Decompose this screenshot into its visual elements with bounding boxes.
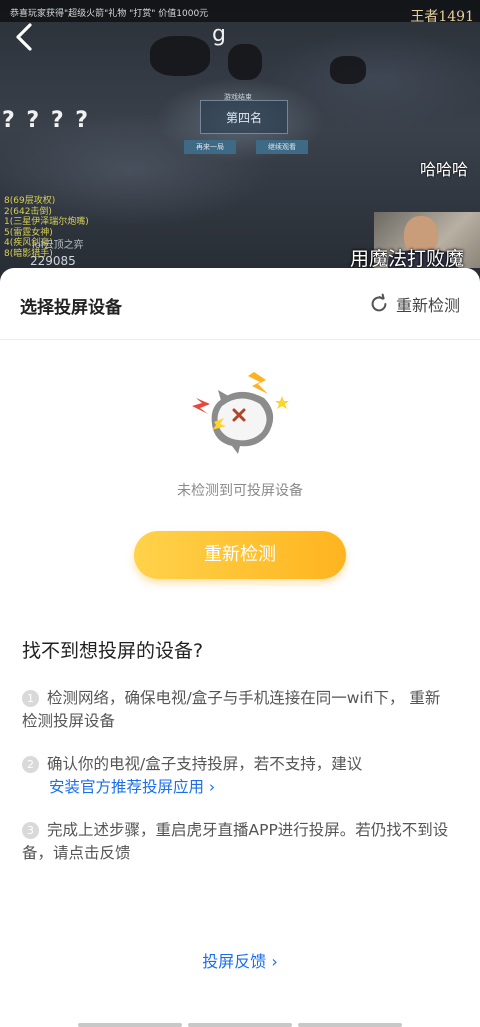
sheet-title: 选择投屏设备: [20, 298, 122, 318]
chevron-left-icon: [16, 23, 32, 51]
gesture-segment: [298, 1023, 402, 1027]
room-watermark: 王者1491: [410, 9, 474, 25]
danmaku-laugh: 哈哈哈: [420, 160, 469, 179]
help-title: 找不到想投屏的设备?: [22, 640, 204, 662]
recommended-app-link[interactable]: 安装官方推荐投屏应用 ›: [22, 778, 215, 796]
video-caption: 用魔法打败魔: [350, 248, 465, 270]
game-character: [150, 36, 210, 76]
back-button[interactable]: [12, 22, 42, 56]
step-number-badge: 3: [22, 822, 39, 839]
gift-ticker: 恭喜玩家获得"超级火箭"礼物 "打赏" 价值1000元: [10, 9, 209, 19]
ranking-line: 8(69层攻权): [4, 196, 56, 206]
game-mode-label: lol云顶之弈: [32, 240, 84, 251]
cast-device-sheet: 选择投屏设备 重新检测 未检测到可投屏设备 重新检测 找不到想投屏的设备? 1检…: [0, 268, 480, 1027]
gesture-segment: [78, 1023, 182, 1027]
hud-button-left: 再来一局: [184, 140, 236, 154]
header-divider: [0, 339, 480, 340]
help-step: 1 检测网络，确保电视/盒子与手机连接在同一wifi下， 重新检测投屏设备: [22, 687, 452, 733]
hud-button-right: 继续观看: [256, 140, 308, 154]
redetect-button[interactable]: 重新检测: [134, 531, 346, 579]
rank-panel: 第四名: [200, 100, 288, 134]
step-number-badge: 1: [22, 690, 39, 707]
live-video-player[interactable]: 恭喜玩家获得"超级火箭"礼物 "打赏" 价值1000元 王者1491 g 游戏结…: [0, 0, 480, 290]
sheet-header: 选择投屏设备 重新检测: [0, 268, 480, 340]
game-top-hud: 恭喜玩家获得"超级火箭"礼物 "打赏" 价值1000元 王者1491: [0, 0, 480, 25]
cast-feedback-link[interactable]: 投屏反馈 ›: [0, 948, 480, 972]
help-step: 2 确认你的电视/盒子支持投屏，若不支持，建议 安装官方推荐投屏应用 ›: [22, 753, 452, 799]
step-number-badge: 2: [22, 756, 39, 773]
ranking-line: 1(三星伊泽瑞尔炮嘴): [4, 217, 89, 227]
game-character: [228, 44, 262, 80]
step-text: 检测网络，确保电视/盒子与手机连接在同一wifi下， 重新检测投屏设备: [22, 689, 441, 730]
danmaku-question-marks: ? ? ? ?: [2, 108, 91, 133]
broken-mascot-icon: [192, 372, 289, 454]
bottom-gesture-bar: [0, 1023, 480, 1027]
ranking-line: 2(642击倒): [4, 206, 52, 217]
video-letter: g: [212, 22, 226, 47]
step-text: 确认你的电视/盒子支持投屏，若不支持，建议: [47, 755, 363, 773]
empty-state-text: 未检测到可投屏设备: [177, 483, 303, 499]
game-character: [330, 56, 366, 84]
refresh-icon: [371, 293, 387, 312]
redetect-label: 重新检测: [395, 296, 460, 315]
help-step: 3 完成上述步骤，重启虎牙直播APP进行投屏。若仍找不到设备，请点击反馈: [22, 819, 452, 865]
redetect-link[interactable]: 重新检测: [368, 292, 460, 316]
gesture-segment: [188, 1023, 292, 1027]
viewer-number: 229085: [30, 254, 76, 268]
step-text: 完成上述步骤，重启虎牙直播APP进行投屏。若仍找不到设备，请点击反馈: [22, 821, 449, 862]
